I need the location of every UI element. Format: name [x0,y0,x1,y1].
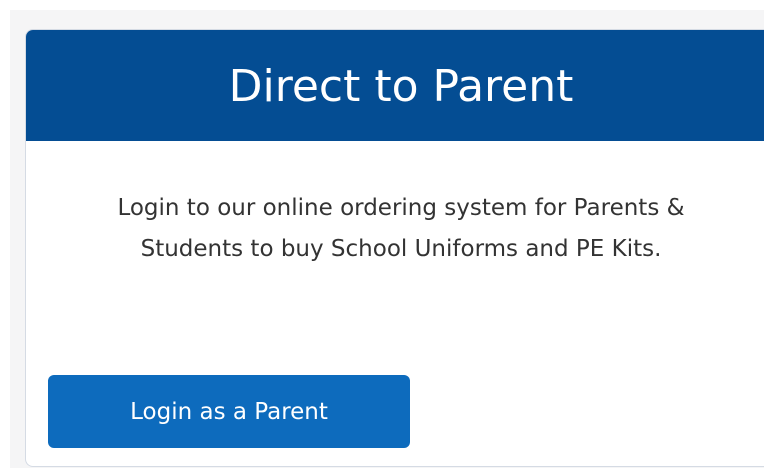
card-header: Direct to Parent [26,30,764,141]
direct-to-parent-card: Direct to Parent Login to our online ord… [25,29,764,467]
card-description-line-2: Students to buy School Uniforms and PE K… [140,236,662,262]
card-description-line-1: Login to our online ordering system for … [117,195,685,221]
login-as-parent-button[interactable]: Login as a Parent [48,375,410,448]
page: Direct to Parent Login to our online ord… [0,0,764,468]
card-description: Login to our online ordering system for … [26,188,764,270]
card-title: Direct to Parent [228,61,574,112]
